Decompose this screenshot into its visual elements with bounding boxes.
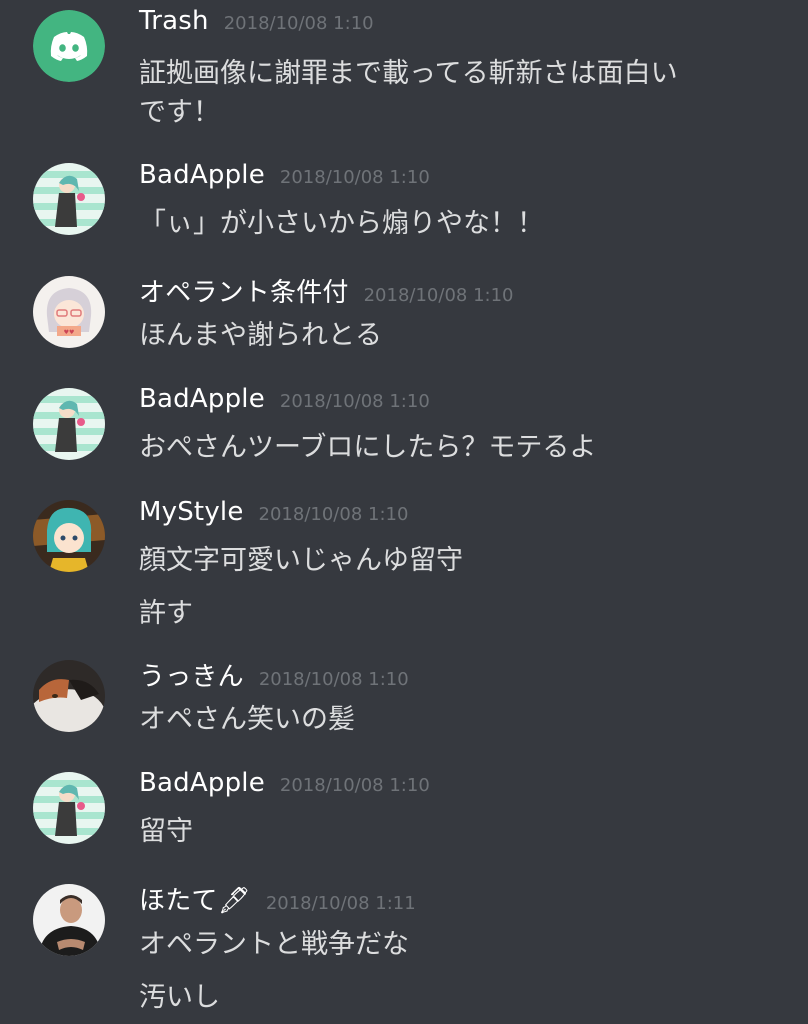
message-header: Trash 2018/10/08 1:10 — [139, 6, 374, 36]
username[interactable]: オペラント条件付 — [139, 272, 349, 309]
user-avatar[interactable] — [33, 660, 105, 732]
message-header: BadApple 2018/10/08 1:10 — [139, 384, 430, 414]
message-text: オペさん笑いの髪 — [139, 704, 355, 735]
discord-logo-avatar[interactable] — [33, 10, 105, 82]
message-text: 「ぃ」が小さいから煽りやな！！ — [139, 208, 544, 239]
message-text: 許す — [139, 598, 193, 629]
message-text: 汚いし — [139, 982, 220, 1013]
message-text: 顔文字可愛いじゃんゆ留守 — [139, 545, 463, 576]
message-text: 証拠画像に謝罪まで載ってる斬新さは面白い — [139, 58, 678, 89]
username[interactable]: うっきん — [139, 656, 244, 693]
message-text: 留守 — [139, 816, 193, 847]
message-header: BadApple 2018/10/08 1:10 — [139, 160, 430, 190]
message-text: です！ — [139, 97, 220, 128]
message-text: おぺさんツーブロにしたら？モテるよ — [139, 432, 597, 463]
timestamp[interactable]: 2018/10/08 1:10 — [280, 775, 430, 796]
user-avatar[interactable] — [33, 388, 105, 460]
message-header: オペラント条件付 2018/10/08 1:10 — [139, 272, 514, 309]
username[interactable]: BadApple — [139, 384, 265, 414]
username[interactable]: ほたて🖋 — [139, 880, 251, 917]
message-header: ほたて🖋 2018/10/08 1:11 — [139, 880, 416, 917]
timestamp[interactable]: 2018/10/08 1:10 — [259, 504, 409, 525]
timestamp[interactable]: 2018/10/08 1:10 — [280, 391, 430, 412]
discord-icon — [33, 10, 105, 82]
username[interactable]: MyStyle — [139, 497, 244, 527]
user-avatar[interactable] — [33, 884, 105, 956]
user-avatar[interactable] — [33, 772, 105, 844]
username[interactable]: BadApple — [139, 160, 265, 190]
message-header: MyStyle 2018/10/08 1:10 — [139, 497, 408, 527]
user-avatar[interactable] — [33, 500, 105, 572]
username[interactable]: BadApple — [139, 768, 265, 798]
message-header: うっきん 2018/10/08 1:10 — [139, 656, 409, 693]
message-header: BadApple 2018/10/08 1:10 — [139, 768, 430, 798]
timestamp[interactable]: 2018/10/08 1:11 — [266, 893, 416, 914]
svg-text:♥♥: ♥♥ — [64, 329, 75, 336]
user-avatar[interactable] — [33, 163, 105, 235]
message-text: ほんまや謝られとる — [139, 320, 382, 351]
timestamp[interactable]: 2018/10/08 1:10 — [224, 13, 374, 34]
message-text: オペラントと戦争だな — [139, 929, 409, 960]
timestamp[interactable]: 2018/10/08 1:10 — [364, 285, 514, 306]
user-avatar[interactable]: ♥♥ — [33, 276, 105, 348]
timestamp[interactable]: 2018/10/08 1:10 — [259, 669, 409, 690]
timestamp[interactable]: 2018/10/08 1:10 — [280, 167, 430, 188]
username[interactable]: Trash — [139, 6, 209, 36]
